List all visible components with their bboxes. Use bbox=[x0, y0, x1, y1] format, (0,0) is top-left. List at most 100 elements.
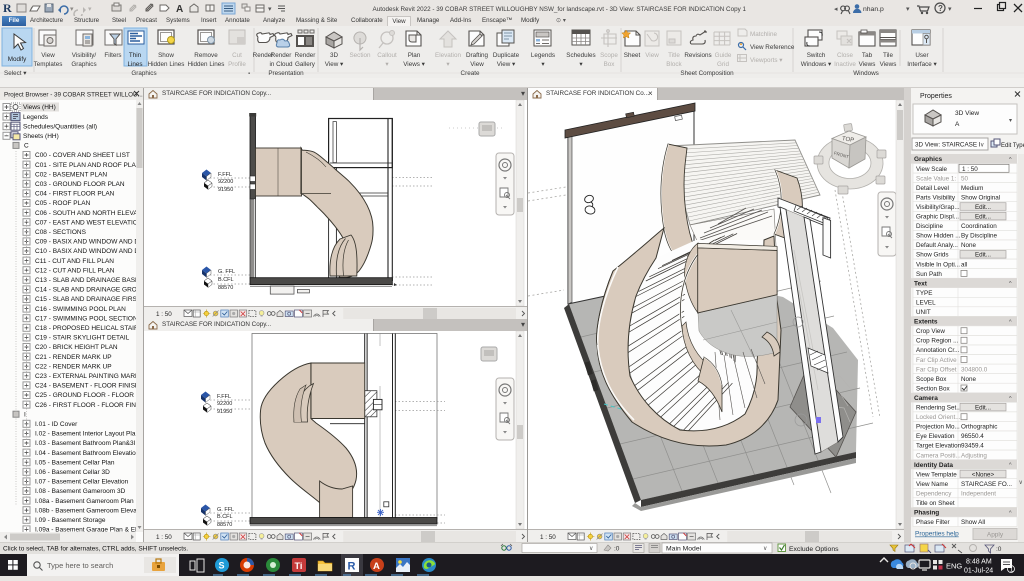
svg-text:3D View: STAIRCASE I: 3D View: STAIRCASE I bbox=[915, 142, 981, 149]
svg-text:ENG: ENG bbox=[946, 562, 962, 571]
svg-text:Edit...: Edit... bbox=[975, 252, 991, 259]
svg-text:Box: Box bbox=[604, 61, 616, 68]
svg-text:View ▾: View ▾ bbox=[497, 61, 515, 68]
svg-text:Locked Orient...: Locked Orient... bbox=[916, 414, 961, 421]
svg-text:Show All: Show All bbox=[961, 519, 985, 526]
svg-text:Elevation: Elevation bbox=[435, 52, 461, 59]
svg-text:Show Grids: Show Grids bbox=[916, 252, 949, 259]
svg-text:01-Jul-24: 01-Jul-24 bbox=[964, 568, 993, 575]
svg-text:▾: ▾ bbox=[579, 61, 582, 68]
svg-text:Far Clip Offset: Far Clip Offset bbox=[916, 366, 957, 373]
svg-text:50: 50 bbox=[961, 175, 969, 182]
svg-text:Camera: Camera bbox=[914, 395, 938, 402]
svg-text:?: ? bbox=[938, 4, 943, 13]
svg-text:B.CFL: B.CFL bbox=[218, 277, 234, 283]
svg-text:Parts Visibility: Parts Visibility bbox=[916, 194, 956, 201]
svg-text:Graphics: Graphics bbox=[131, 70, 156, 77]
svg-text:93459.4: 93459.4 bbox=[961, 443, 984, 450]
svg-text:View Reference: View Reference bbox=[750, 44, 795, 51]
svg-text:Phase Filter: Phase Filter bbox=[916, 519, 950, 526]
svg-text:Close: Close bbox=[837, 52, 854, 59]
svg-text:Thin: Thin bbox=[129, 52, 142, 59]
svg-text:I.01 - ID Cover: I.01 - ID Cover bbox=[35, 421, 78, 428]
svg-text:C17 - SWIMMING POOL SECTION: C17 - SWIMMING POOL SECTION bbox=[35, 315, 138, 322]
svg-text:Graphics: Graphics bbox=[71, 61, 96, 68]
svg-text:96550.4: 96550.4 bbox=[961, 433, 984, 440]
svg-text:LEVEL: LEVEL bbox=[916, 300, 936, 307]
svg-text:Render: Render bbox=[295, 52, 316, 59]
svg-text:Text: Text bbox=[914, 280, 928, 287]
svg-text:Section: Section bbox=[349, 52, 371, 59]
svg-text:Target Elevation: Target Elevation bbox=[916, 443, 962, 450]
svg-text:Scope: Scope bbox=[600, 52, 618, 59]
svg-text:Visible In Opti...: Visible In Opti... bbox=[916, 261, 960, 268]
svg-text:View Name: View Name bbox=[916, 481, 949, 488]
svg-text:^: ^ bbox=[1009, 463, 1012, 469]
svg-text:Schedules: Schedules bbox=[566, 52, 595, 59]
svg-text:^: ^ bbox=[1009, 157, 1012, 163]
svg-text:1 : 50: 1 : 50 bbox=[962, 166, 978, 173]
svg-text:TYPE: TYPE bbox=[916, 290, 932, 297]
svg-text:▾: ▾ bbox=[385, 61, 388, 68]
svg-text:Autodesk Revit 2022 - 39 COBAR: Autodesk Revit 2022 - 39 COBAR STREET WI… bbox=[373, 6, 747, 13]
svg-text:Duplicate: Duplicate bbox=[493, 52, 520, 59]
svg-text:C26 - FIRST FLOOR - FLOOR FINI: C26 - FIRST FLOOR - FLOOR FINISI bbox=[35, 402, 143, 409]
svg-text:Revisions: Revisions bbox=[684, 52, 711, 59]
svg-text:C03 - GROUND FLOOR PLAN: C03 - GROUND FLOOR PLAN bbox=[35, 181, 125, 188]
svg-text:Graphic Displ...: Graphic Displ... bbox=[916, 214, 959, 221]
svg-text:Section Box: Section Box bbox=[916, 385, 950, 392]
svg-text:Gallery: Gallery bbox=[295, 61, 316, 68]
svg-text:I.08 - Basement Gameroom 3D: I.08 - Basement Gameroom 3D bbox=[35, 488, 126, 495]
svg-text:Sheet Composition: Sheet Composition bbox=[680, 70, 734, 77]
svg-text:None: None bbox=[961, 242, 977, 249]
svg-text:Sheet: Sheet bbox=[624, 52, 641, 59]
svg-text:C20 - BRICK HEIGHT PLAN: C20 - BRICK HEIGHT PLAN bbox=[35, 344, 118, 351]
svg-text:C22 - RENDER MARK UP: C22 - RENDER MARK UP bbox=[35, 363, 112, 370]
svg-text:Medium: Medium bbox=[961, 185, 983, 192]
svg-text:1 : 50: 1 : 50 bbox=[156, 534, 172, 541]
svg-text:Ti: Ti bbox=[295, 561, 303, 571]
svg-text:◂: ◂ bbox=[834, 6, 838, 13]
svg-text:None: None bbox=[961, 376, 977, 383]
svg-text:Legends: Legends bbox=[23, 114, 49, 121]
svg-text:Show: Show bbox=[158, 52, 174, 59]
svg-text:3D View: 3D View bbox=[955, 110, 979, 117]
svg-text:C05 - ROOF PLAN: C05 - ROOF PLAN bbox=[35, 200, 91, 207]
svg-text:I.03 - Basement Bathroom Plan&: I.03 - Basement Bathroom Plan&3I bbox=[35, 440, 136, 447]
svg-text:Far Clip Active: Far Clip Active bbox=[916, 357, 957, 364]
svg-text:Modify: Modify bbox=[8, 56, 27, 63]
svg-text:1: 1 bbox=[1010, 567, 1014, 574]
svg-text:A: A bbox=[176, 4, 183, 15]
svg-text:Edit...: Edit... bbox=[975, 204, 991, 211]
svg-text:G. FFL: G. FFL bbox=[217, 507, 234, 513]
svg-text:Graphics: Graphics bbox=[914, 156, 943, 163]
svg-text:B.CFL: B.CFL bbox=[217, 514, 233, 520]
svg-text:C04 - FIRST FLOOR PLAN: C04 - FIRST FLOOR PLAN bbox=[35, 191, 115, 198]
svg-text:Views (HH): Views (HH) bbox=[23, 104, 56, 111]
svg-text:Hidden Lines: Hidden Lines bbox=[188, 61, 225, 68]
svg-text:Legends: Legends bbox=[531, 52, 555, 59]
svg-text:Extents: Extents bbox=[914, 319, 938, 326]
svg-text:I.02 - Basement Interior Layou: I.02 - Basement Interior Layout Pla bbox=[35, 431, 136, 438]
svg-text:F.FFL: F.FFL bbox=[217, 394, 231, 400]
svg-text:Cut: Cut bbox=[232, 52, 242, 59]
svg-text:Render: Render bbox=[271, 52, 292, 59]
svg-text:C25 - GROUND FLOOR - FLOOR FII: C25 - GROUND FLOOR - FLOOR FII bbox=[35, 392, 143, 399]
svg-text:Crop Region ...: Crop Region ... bbox=[916, 338, 959, 345]
svg-text:R: R bbox=[3, 1, 12, 15]
svg-text:Plan: Plan bbox=[408, 52, 421, 59]
svg-text:1 : 50: 1 : 50 bbox=[540, 534, 556, 541]
svg-text:Show Original: Show Original bbox=[961, 194, 1000, 201]
svg-text:C15 - SLAB AND DRAINAGE FIRST: C15 - SLAB AND DRAINAGE FIRST F bbox=[35, 296, 143, 303]
svg-text:Identity Data: Identity Data bbox=[914, 462, 953, 469]
svg-text:G. FFL: G. FFL bbox=[218, 269, 235, 275]
svg-text:Visibility/: Visibility/ bbox=[72, 52, 97, 59]
svg-text:Crop View: Crop View bbox=[916, 328, 945, 335]
svg-text:Interface ▾: Interface ▾ bbox=[907, 61, 936, 68]
svg-text:C02 - BASEMENT PLAN: C02 - BASEMENT PLAN bbox=[35, 171, 107, 178]
svg-text:92200: 92200 bbox=[218, 179, 233, 185]
svg-text:Click to select, TAB for alter: Click to select, TAB for alternates, CTR… bbox=[3, 546, 188, 553]
svg-text:Exclude Options: Exclude Options bbox=[789, 546, 839, 553]
svg-text:Sheets (HH): Sheets (HH) bbox=[23, 133, 59, 140]
svg-text:Windows: Windows bbox=[853, 70, 879, 77]
